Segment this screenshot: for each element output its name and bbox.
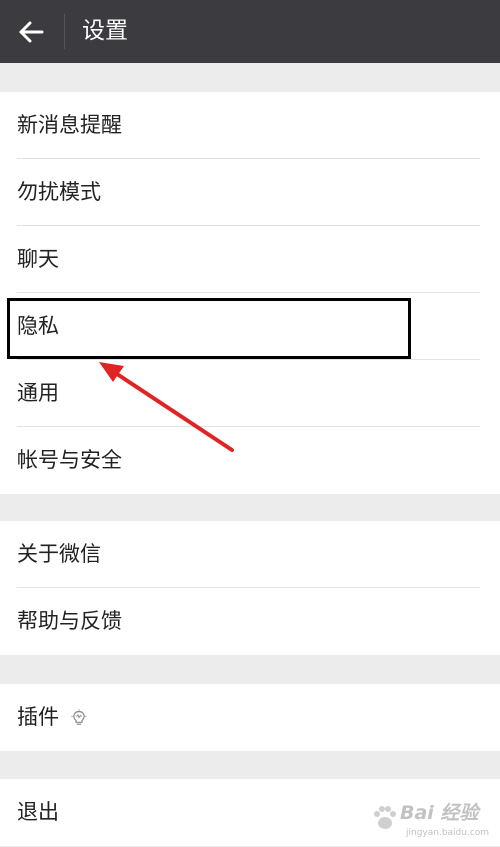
settings-item-help-feedback[interactable]: 帮助与反馈 <box>0 588 500 655</box>
page-title: 设置 <box>82 18 128 44</box>
settings-item-do-not-disturb[interactable]: 勿扰模式 <box>0 159 500 226</box>
settings-item-plugins[interactable]: 插件 <box>0 684 500 751</box>
settings-item-label: 帮助与反馈 <box>17 609 122 633</box>
title-bar: 设置 <box>0 0 500 63</box>
settings-item-account-security[interactable]: 帐号与安全 <box>0 427 500 494</box>
back-button[interactable] <box>12 12 52 52</box>
settings-item-label: 新消息提醒 <box>17 113 122 137</box>
settings-item-label: 插件 <box>17 705 59 729</box>
paw-logo-icon <box>374 806 396 829</box>
settings-section-plugins: 插件 <box>0 684 500 751</box>
settings-item-label: 通用 <box>17 381 59 405</box>
annotation-highlight-box <box>7 298 411 359</box>
baidu-jingyan-watermark: Bai 经验 jingyan.baidu.com <box>370 799 490 843</box>
settings-item-general[interactable]: 通用 <box>0 360 500 427</box>
settings-item-label: 勿扰模式 <box>17 180 101 204</box>
arrow-left-icon <box>19 21 44 43</box>
settings-item-label: 帐号与安全 <box>17 448 122 472</box>
settings-item-label: 聊天 <box>17 247 59 271</box>
settings-item-chat[interactable]: 聊天 <box>0 226 500 293</box>
settings-item-about-wechat[interactable]: 关于微信 <box>0 521 500 588</box>
settings-item-label: 退出 <box>17 800 59 824</box>
watermark-text: Bai 经验 <box>400 802 479 824</box>
settings-section-main: 新消息提醒 勿扰模式 聊天 隐私 通用 帐号与安全 <box>0 92 500 494</box>
watermark-url: jingyan.baidu.com <box>406 828 490 838</box>
settings-section-about: 关于微信 帮助与反馈 <box>0 521 500 655</box>
settings-item-label: 关于微信 <box>17 542 101 566</box>
title-bar-divider <box>64 14 65 49</box>
settings-item-new-message-alert[interactable]: 新消息提醒 <box>0 92 500 159</box>
lightbulb-icon <box>71 709 87 725</box>
